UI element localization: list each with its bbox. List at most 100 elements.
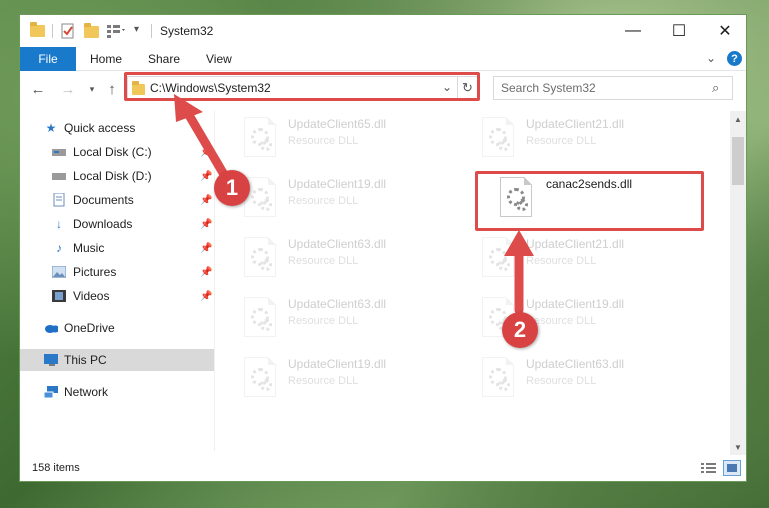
- pin-icon[interactable]: 📌: [200, 238, 212, 260]
- star-icon: ★: [45, 121, 57, 135]
- file-tile[interactable]: UpdateClient19.dll Resource DLL: [454, 293, 684, 345]
- sidebar-item-label: Local Disk (C:): [73, 145, 152, 159]
- tab-home[interactable]: Home: [78, 47, 134, 71]
- dll-file-icon: [244, 117, 276, 157]
- file-type: Resource DLL: [526, 135, 597, 147]
- dll-file-icon: [244, 237, 276, 277]
- properties-icon[interactable]: [60, 23, 76, 39]
- sidebar-item-label: OneDrive: [64, 321, 115, 335]
- file-name: UpdateClient19.dll: [526, 297, 625, 311]
- pin-icon[interactable]: 📌: [200, 262, 212, 284]
- details-view-icon[interactable]: [701, 462, 717, 477]
- sidebar-item-videos[interactable]: Videos 📌: [20, 285, 214, 307]
- file-tile[interactable]: UpdateClient63.dll Resource DLL: [454, 353, 684, 405]
- sidebar-item-label: Pictures: [73, 265, 117, 279]
- file-type: Resource DLL: [526, 375, 597, 387]
- file-tile[interactable]: UpdateClient21.dll Resource DLL: [454, 113, 684, 165]
- file-name: UpdateClient21.dll: [526, 237, 625, 251]
- forward-arrow-icon[interactable]: →: [58, 79, 78, 99]
- file-name: UpdateClient63.dll: [288, 297, 387, 311]
- scroll-thumb[interactable]: [732, 137, 744, 185]
- file-tile[interactable]: UpdateClient19.dll Resource DLL: [216, 353, 446, 405]
- status-bar: 158 items: [20, 455, 746, 481]
- quick-access-dropdown-icon[interactable]: ▾: [134, 24, 146, 40]
- file-type: Resource DLL: [288, 195, 359, 207]
- documents-icon: [52, 193, 66, 207]
- sidebar-item-quick-access[interactable]: ★ Quick access: [20, 117, 214, 139]
- scroll-up-icon[interactable]: ▲: [730, 111, 746, 127]
- pin-icon[interactable]: 📌: [200, 214, 212, 236]
- dll-file-icon: [482, 237, 514, 277]
- file-name: UpdateClient63.dll: [288, 237, 387, 251]
- sidebar-item-label: Quick access: [64, 121, 136, 135]
- file-tile[interactable]: UpdateClient63.dll Resource DLL: [216, 293, 446, 345]
- sidebar-item-network[interactable]: Network: [20, 381, 214, 403]
- tab-file[interactable]: File: [20, 47, 76, 71]
- file-tile[interactable]: UpdateClient65.dll Resource DLL: [216, 113, 446, 165]
- sidebar-item-this-pc[interactable]: This PC: [20, 349, 214, 371]
- videos-icon: [52, 289, 66, 303]
- drive-icon: [52, 169, 66, 183]
- pin-icon[interactable]: 📌: [200, 286, 212, 308]
- item-count: 158 items: [32, 462, 80, 474]
- pin-icon[interactable]: 📌: [200, 142, 212, 164]
- close-button[interactable]: ✕: [702, 15, 746, 47]
- file-tile[interactable]: UpdateClient21.dll Resource DLL: [454, 233, 684, 285]
- title-separator: [151, 24, 152, 38]
- tiles-view-icon[interactable]: [723, 460, 741, 476]
- back-arrow-icon[interactable]: ←: [28, 79, 48, 99]
- navigation-pane: ★ Quick access Local Disk (C:) 📌 Local D…: [20, 111, 214, 451]
- search-input[interactable]: Search System32: [501, 81, 596, 95]
- sidebar-item-label: Documents: [73, 193, 134, 207]
- sidebar-item-label: Network: [64, 385, 109, 399]
- sidebar-item-label: This PC: [64, 353, 107, 367]
- sidebar-item-local-disk-c[interactable]: Local Disk (C:) 📌: [20, 141, 214, 163]
- file-tile[interactable]: UpdateClient63.dll Resource DLL: [216, 233, 446, 285]
- search-box[interactable]: Search System32 ⌕: [493, 76, 733, 100]
- file-name: UpdateClient65.dll: [288, 117, 387, 131]
- file-list: UpdateClient65.dll Resource DLL UpdateCl…: [216, 111, 730, 451]
- file-type: Resource DLL: [288, 315, 359, 327]
- maximize-button[interactable]: ☐: [656, 15, 702, 47]
- sidebar-item-documents[interactable]: Documents 📌: [20, 189, 214, 211]
- address-bar-highlight: [124, 72, 480, 101]
- pin-icon[interactable]: 📌: [200, 190, 212, 212]
- sidebar-item-label: Videos: [73, 289, 110, 303]
- vertical-scrollbar[interactable]: ▲ ▼: [730, 111, 746, 455]
- file-type: Resource DLL: [288, 255, 359, 267]
- search-icon[interactable]: ⌕: [712, 80, 719, 96]
- file-type: Resource DLL: [288, 375, 359, 387]
- sidebar-item-pictures[interactable]: Pictures 📌: [20, 261, 214, 283]
- window-title: System32: [160, 24, 214, 38]
- sidebar-item-downloads[interactable]: ↓ Downloads 📌: [20, 213, 214, 235]
- new-folder-icon[interactable]: [84, 23, 99, 38]
- scroll-down-icon[interactable]: ▼: [730, 439, 746, 455]
- minimize-button[interactable]: —: [610, 15, 656, 47]
- download-icon: ↓: [56, 217, 62, 231]
- sidebar-item-local-disk-d[interactable]: Local Disk (D:) 📌: [20, 165, 214, 187]
- help-icon[interactable]: ?: [727, 51, 742, 66]
- file-highlight: [475, 171, 704, 231]
- file-type: Resource DLL: [288, 135, 359, 147]
- sidebar-item-label: Local Disk (D:): [73, 169, 152, 183]
- network-icon: [44, 385, 58, 399]
- customize-view-icon[interactable]: [106, 23, 128, 39]
- tab-share[interactable]: Share: [136, 47, 192, 71]
- step-badge-2: 2: [502, 312, 538, 348]
- pin-icon[interactable]: 📌: [200, 166, 212, 188]
- dll-file-icon: [244, 297, 276, 337]
- chevron-down-icon[interactable]: ⌄: [706, 51, 716, 65]
- cloud-icon: [44, 321, 58, 335]
- ribbon-tabs: File Home Share View ⌄ ?: [20, 47, 746, 71]
- computer-icon: [44, 353, 58, 367]
- up-arrow-icon[interactable]: ↑: [102, 79, 122, 99]
- sidebar-item-music[interactable]: ♪ Music 📌: [20, 237, 214, 259]
- title-separator: [52, 24, 53, 38]
- tab-view[interactable]: View: [194, 47, 244, 71]
- dll-file-icon: [482, 357, 514, 397]
- sidebar-item-onedrive[interactable]: OneDrive: [20, 317, 214, 339]
- recent-locations-icon[interactable]: ▾: [82, 79, 102, 99]
- sidebar-item-label: Music: [73, 241, 105, 255]
- file-name: UpdateClient19.dll: [288, 357, 387, 371]
- file-tile[interactable]: UpdateClient19.dll Resource DLL: [216, 173, 446, 225]
